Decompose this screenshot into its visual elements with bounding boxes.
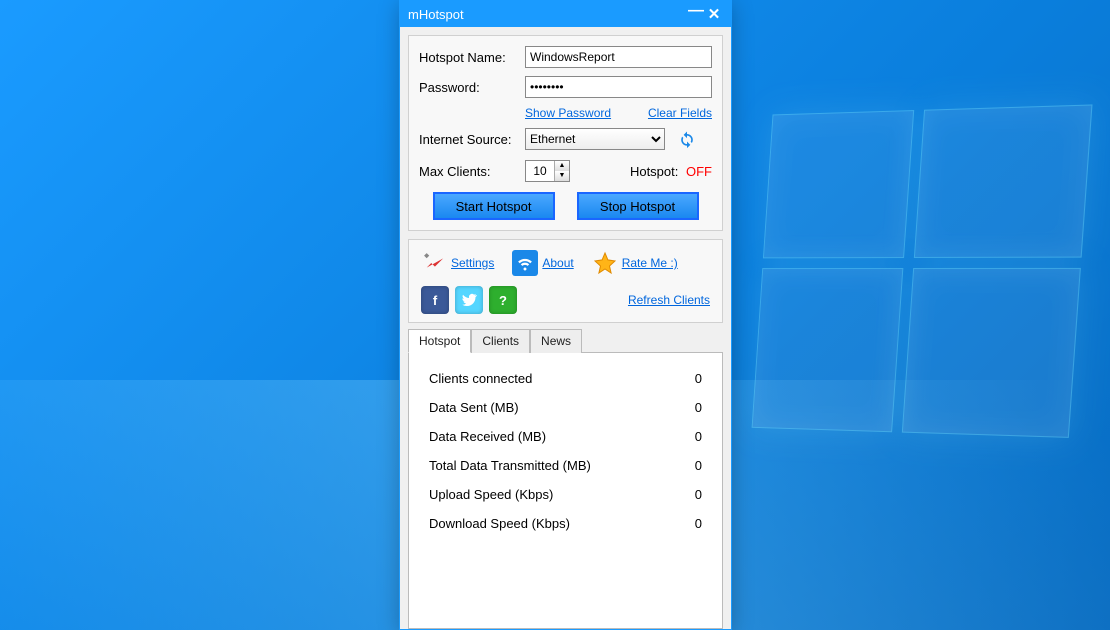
titlebar[interactable]: mHotspot — ✕: [400, 1, 731, 27]
help-icon[interactable]: ?: [489, 286, 517, 314]
wifi-icon: [512, 250, 538, 276]
stat-row: Upload Speed (Kbps)0: [429, 487, 702, 502]
max-clients-input[interactable]: [526, 161, 554, 181]
twitter-icon[interactable]: [455, 286, 483, 314]
tab-news[interactable]: News: [530, 329, 582, 353]
internet-source-label: Internet Source:: [419, 132, 525, 147]
clear-fields-link[interactable]: Clear Fields: [648, 106, 712, 120]
stop-hotspot-button[interactable]: Stop Hotspot: [577, 192, 699, 220]
links-panel: Settings About Rate Me :): [408, 239, 723, 323]
tab-body: Clients connected0 Data Sent (MB)0 Data …: [408, 353, 723, 629]
app-title: mHotspot: [408, 7, 464, 22]
close-button[interactable]: ✕: [705, 5, 723, 23]
refresh-sources-icon[interactable]: [677, 129, 697, 149]
facebook-icon[interactable]: f: [421, 286, 449, 314]
stat-row: Data Received (MB)0: [429, 429, 702, 444]
refresh-clients-link[interactable]: Refresh Clients: [628, 293, 710, 307]
stat-row: Clients connected0: [429, 371, 702, 386]
stat-row: Data Sent (MB)0: [429, 400, 702, 415]
tab-clients[interactable]: Clients: [471, 329, 530, 353]
windows-logo: [752, 105, 1090, 435]
start-hotspot-button[interactable]: Start Hotspot: [433, 192, 555, 220]
desktop: mHotspot — ✕ Hotspot Name: Password: Sho…: [0, 0, 1110, 630]
about-link[interactable]: About: [542, 256, 573, 270]
stepper-down-icon[interactable]: ▼: [555, 171, 569, 181]
settings-link[interactable]: Settings: [451, 256, 494, 270]
tabstrip: Hotspot Clients News: [408, 329, 723, 353]
show-password-link[interactable]: Show Password: [525, 106, 611, 120]
password-label: Password:: [419, 80, 525, 95]
hotspot-name-label: Hotspot Name:: [419, 50, 525, 65]
hotspot-status: Hotspot: OFF: [630, 164, 712, 179]
settings-icon: [421, 250, 447, 276]
max-clients-label: Max Clients:: [419, 164, 525, 179]
stat-row: Total Data Transmitted (MB)0: [429, 458, 702, 473]
body-area: Hotspot Name: Password: Show Password Cl…: [400, 27, 731, 629]
tab-hotspot[interactable]: Hotspot: [408, 329, 471, 353]
stepper-up-icon[interactable]: ▲: [555, 161, 569, 171]
app-window: mHotspot — ✕ Hotspot Name: Password: Sho…: [399, 0, 732, 630]
star-icon: [592, 250, 618, 276]
config-panel: Hotspot Name: Password: Show Password Cl…: [408, 35, 723, 231]
max-clients-stepper[interactable]: ▲ ▼: [525, 160, 570, 182]
minimize-button[interactable]: —: [687, 2, 705, 20]
rate-me-link[interactable]: Rate Me :): [622, 256, 678, 270]
password-input[interactable]: [525, 76, 712, 98]
stat-row: Download Speed (Kbps)0: [429, 516, 702, 531]
tabs-area: Hotspot Clients News Clients connected0 …: [408, 329, 723, 629]
hotspot-name-input[interactable]: [525, 46, 712, 68]
internet-source-select[interactable]: Ethernet: [525, 128, 665, 150]
